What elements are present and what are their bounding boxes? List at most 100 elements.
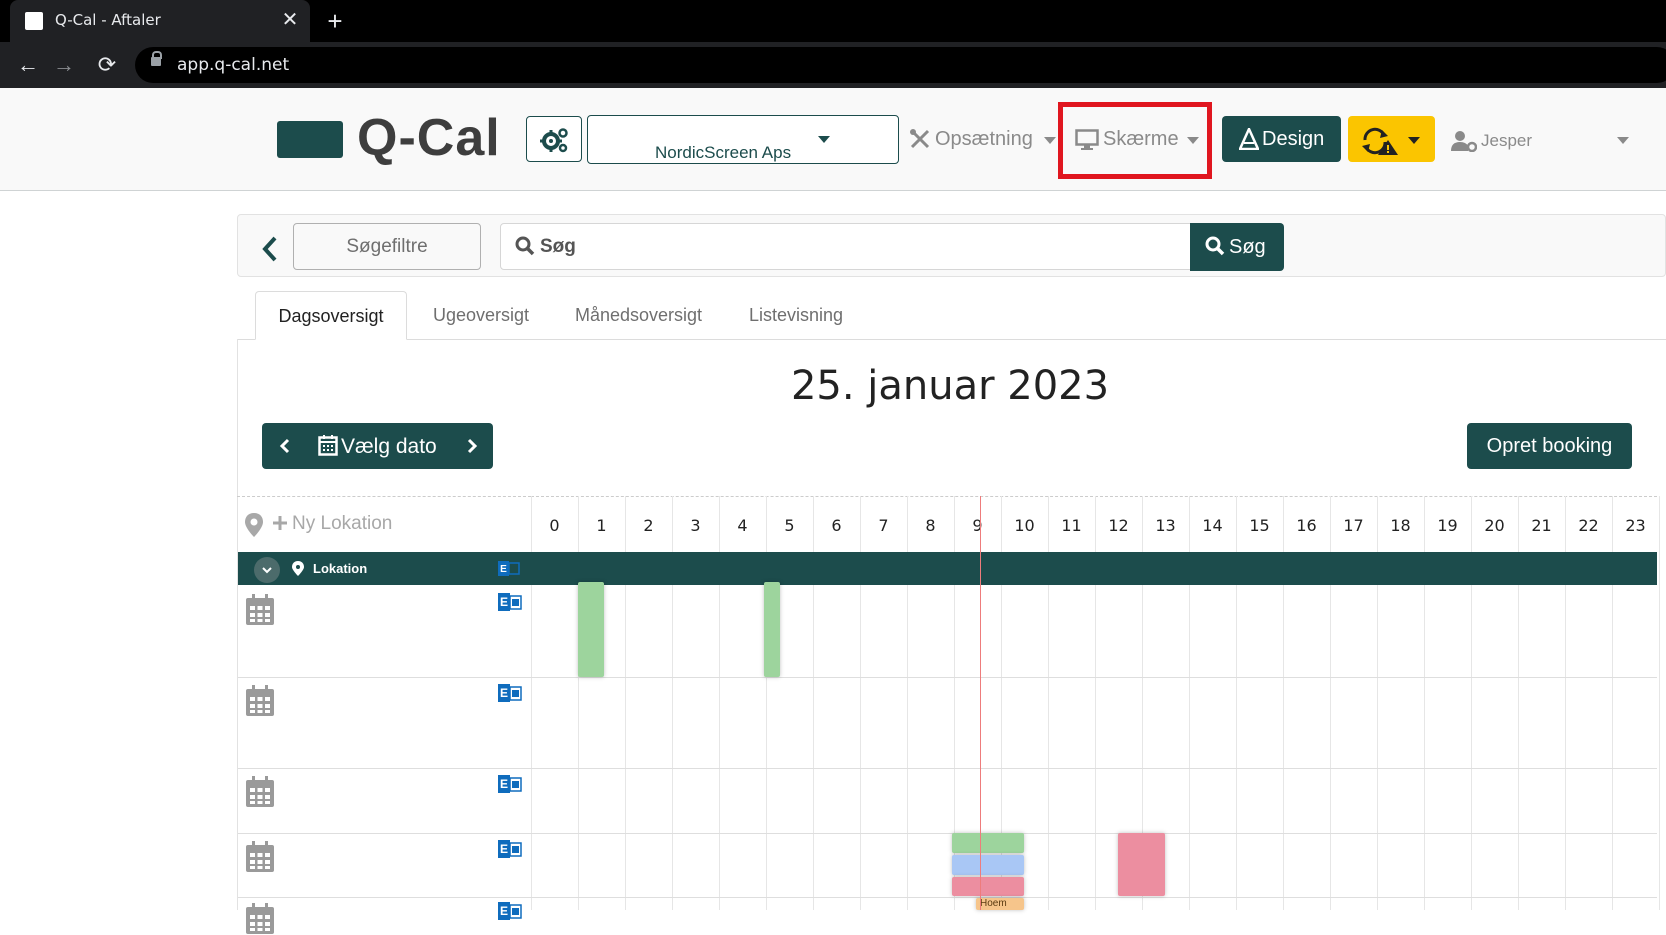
tab-day-view[interactable]: Dagsoversigt (255, 291, 407, 340)
hour-label: 19 (1437, 516, 1458, 535)
hour-label: 6 (831, 516, 842, 535)
map-pin-icon (292, 561, 304, 576)
hour-label: 9 (972, 516, 983, 535)
event-block[interactable] (952, 833, 1024, 853)
back-arrow-icon[interactable]: ← (13, 50, 43, 80)
chevron-down-icon (262, 567, 272, 574)
hour-label: 2 (643, 516, 654, 535)
chevron-down-icon (1044, 137, 1056, 144)
search-filters-label: Søgefiltre (346, 236, 428, 257)
event-block-label[interactable]: Hoem (976, 898, 1024, 910)
settings-button[interactable] (526, 116, 582, 162)
search-placeholder: Søg (540, 236, 576, 257)
setup-menu-label: Opsætning (935, 128, 1033, 150)
hour-gridline (1659, 496, 1660, 910)
hour-label: 13 (1155, 516, 1176, 535)
chevron-down-icon (818, 136, 830, 143)
row-divider (238, 833, 1657, 834)
outlook-icon[interactable]: E (498, 839, 522, 859)
browser-tab-title: Q-Cal - Aftaler (55, 11, 161, 29)
chevron-right-icon[interactable] (457, 426, 487, 466)
new-location-label: Ny Lokation (292, 513, 393, 534)
outlook-icon[interactable]: E (498, 683, 522, 703)
address-url[interactable]: app.q-cal.net (177, 55, 289, 75)
tools-icon (910, 129, 930, 149)
qcal-favicon-icon (25, 12, 43, 30)
close-tab-icon[interactable]: ✕ (278, 6, 302, 34)
sync-warning-icon (1362, 127, 1398, 155)
svg-text:E: E (500, 842, 508, 856)
tab-month-view[interactable]: Månedsoversigt (556, 291, 721, 340)
hour-label: 14 (1202, 516, 1223, 535)
collapse-toggle[interactable] (254, 557, 280, 583)
address-bar[interactable] (135, 47, 1666, 83)
row-divider (238, 677, 1657, 678)
reload-icon[interactable]: ⟳ (92, 50, 122, 80)
location-group-row (238, 552, 1657, 585)
map-pin-icon (245, 513, 263, 537)
hour-label: 20 (1484, 516, 1505, 535)
hour-label: 18 (1390, 516, 1411, 535)
chevron-down-icon (1187, 137, 1199, 144)
create-booking-label: Opret booking (1486, 435, 1613, 457)
outlook-icon[interactable]: E (498, 901, 522, 921)
hour-label: 15 (1249, 516, 1270, 535)
pen-icon (1239, 128, 1259, 150)
hour-label: 5 (784, 516, 795, 535)
event-block[interactable] (952, 855, 1024, 875)
current-time-line (980, 496, 981, 910)
svg-text:E: E (500, 595, 508, 609)
location-group-label: Lokation (313, 561, 368, 576)
search-input[interactable] (500, 223, 1192, 270)
event-block[interactable] (952, 877, 1024, 896)
gears-icon (540, 128, 568, 153)
monitor-icon (1075, 129, 1099, 150)
hour-label: 21 (1531, 516, 1552, 535)
chevron-left-icon[interactable] (270, 426, 300, 466)
user-settings-icon (1451, 131, 1477, 152)
calendar-icon (246, 594, 274, 625)
hour-label: 12 (1108, 516, 1129, 535)
new-tab-button[interactable]: + (320, 4, 350, 38)
calendar-icon (246, 903, 274, 934)
date-title: 25. januar 2023 (790, 363, 1110, 409)
chevron-left-icon[interactable] (256, 234, 286, 264)
tab-week-view[interactable]: Ugeoversigt (414, 291, 548, 340)
hour-label: 0 (549, 516, 560, 535)
svg-text:E: E (500, 777, 508, 791)
hour-label: 10 (1014, 516, 1035, 535)
hour-label: 1 (596, 516, 607, 535)
hour-label: 8 (925, 516, 936, 535)
app-logo-text: Q-Cal (357, 109, 501, 167)
row-divider (238, 768, 1657, 769)
outlook-icon[interactable]: E (498, 592, 522, 612)
company-select-value: NordicScreen Aps (655, 143, 792, 162)
logo-mark (277, 121, 343, 158)
calendar-icon (318, 435, 338, 456)
outlook-icon: E (498, 561, 520, 576)
chevron-down-icon (1408, 137, 1420, 144)
event-block[interactable] (578, 582, 604, 677)
chevron-down-icon (1617, 137, 1629, 144)
calendar-icon (246, 685, 274, 716)
event-block[interactable] (764, 582, 780, 677)
outlook-icon[interactable]: E (498, 774, 522, 794)
hour-label: 11 (1061, 516, 1082, 535)
calendar-icon (246, 776, 274, 807)
search-button-label: Søg (1229, 236, 1266, 258)
forward-arrow-icon[interactable]: → (49, 50, 79, 80)
axis-divider (237, 496, 531, 498)
hour-label: 16 (1296, 516, 1317, 535)
svg-text:E: E (500, 904, 508, 918)
design-button-label: Design (1262, 128, 1325, 150)
lock-icon (151, 51, 162, 66)
hour-label: 4 (737, 516, 748, 535)
user-name: Jesper (1481, 131, 1533, 150)
row-divider (238, 897, 1657, 898)
event-block[interactable] (1118, 833, 1165, 896)
search-icon (1205, 236, 1225, 256)
svg-text:E: E (500, 564, 507, 575)
hour-label: 17 (1343, 516, 1364, 535)
tab-list-view[interactable]: Listevisning (733, 291, 859, 340)
plus-icon (273, 516, 287, 530)
